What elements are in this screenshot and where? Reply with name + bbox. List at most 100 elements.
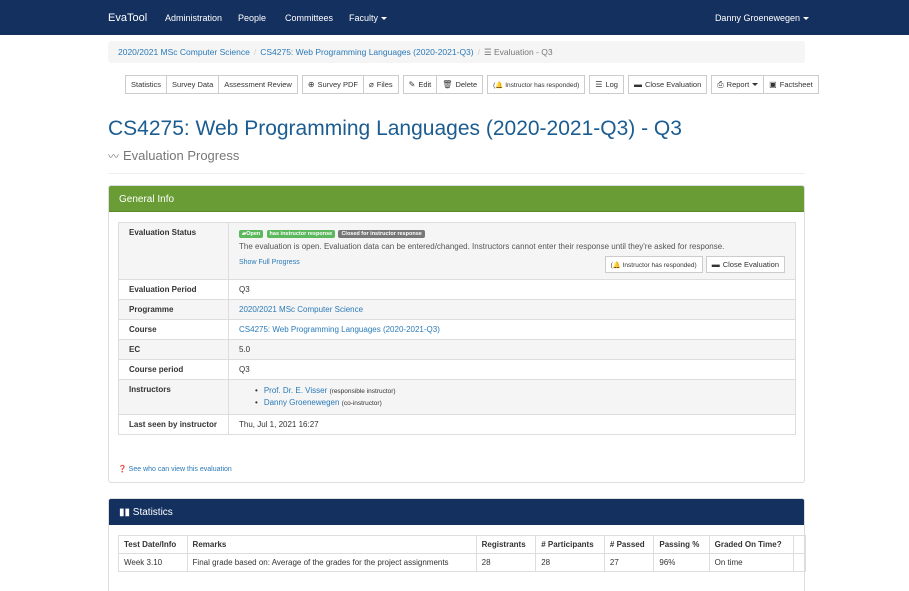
- close-evaluation-button[interactable]: ▬ Close Evaluation: [627, 75, 708, 94]
- column-header: # Participants: [535, 535, 605, 554]
- evaluation-status-label: Evaluation Status: [118, 222, 229, 280]
- row-label: Course: [118, 319, 229, 340]
- breadcrumb-programme[interactable]: 2020/2021 MSc Computer Science: [118, 47, 250, 57]
- table-cell: 28: [475, 553, 537, 572]
- user-name: Danny Groenewegen: [714, 13, 800, 23]
- row-value: Q3: [228, 359, 796, 380]
- edit-button-group: ✎ Edit 🗑 Delete: [402, 75, 484, 94]
- page-title: CS4275: Web Programming Languages (2020-…: [108, 117, 682, 140]
- row-value: Q3: [228, 279, 796, 300]
- column-header: Registrants: [475, 535, 537, 554]
- log-button-group: ☰ Log: [589, 75, 624, 94]
- status-badge-open: ▰Open: [239, 230, 264, 238]
- table-cell: 27: [603, 553, 655, 572]
- status-badge-open-label: Open: [246, 231, 261, 237]
- instructors-list: Prof. Dr. E. Visser (responsible instruc…: [239, 385, 785, 409]
- instructor-role: (co-instructor): [341, 400, 382, 407]
- chevron-down-icon: [803, 17, 809, 21]
- statistics-button[interactable]: Statistics: [125, 75, 168, 94]
- evaluation-toolbar: Statistics Survey Data Assessment Review…: [125, 75, 824, 94]
- row-value: CS4275: Web Programming Languages (2020-…: [228, 319, 796, 340]
- show-full-progress-link[interactable]: Show Full Progress: [239, 259, 300, 266]
- status-badge-response: has instructor response: [266, 230, 336, 238]
- status-badges: ▰Open has instructor response Closed for…: [239, 228, 785, 238]
- instructor-link[interactable]: Prof. Dr. E. Visser: [264, 386, 327, 395]
- trash-icon: 🗑: [442, 80, 453, 89]
- see-who-link[interactable]: ❓ See who can view this evaluation: [118, 465, 232, 473]
- log-button[interactable]: ☰ Log: [589, 75, 624, 94]
- factsheet-button[interactable]: ▣ Factsheet: [763, 75, 819, 94]
- table-row: Last seen by instructor Thu, Jul 1, 2021…: [118, 414, 796, 435]
- table-row: Programme 2020/2021 MSc Computer Science: [118, 299, 796, 320]
- instructor-responded-button[interactable]: (🔔 Instructor has responded): [604, 256, 703, 273]
- breadcrumb: 2020/2021 MSc Computer Science / CS4275: W…: [108, 41, 805, 63]
- programme-link[interactable]: 2020/2021 MSc Computer Science: [239, 305, 363, 314]
- survey-data-button[interactable]: Survey Data: [166, 75, 220, 94]
- list-item: Danny Groenewegen (co-instructor): [239, 397, 785, 409]
- nav-committees[interactable]: Committees: [285, 13, 333, 23]
- course-link[interactable]: CS4275: Web Programming Languages (2020-…: [239, 325, 440, 334]
- breadcrumb-course[interactable]: CS4275: Web Programming Languages (2020-…: [260, 47, 473, 57]
- status-buttons: (🔔 Instructor has responded) ▬ Close Eval…: [602, 256, 785, 273]
- nav-people[interactable]: People: [238, 13, 266, 23]
- briefcase-icon: ▬: [633, 80, 642, 89]
- close-button-group: ▬ Close Evaluation: [627, 75, 708, 94]
- breadcrumb-separator: /: [477, 47, 480, 57]
- list-item: Prof. Dr. E. Visser (responsible instruc…: [239, 385, 785, 397]
- last-seen-label: Last seen by instructor: [118, 414, 229, 435]
- report-dropdown-button[interactable]: ⎙ Report: [711, 75, 765, 94]
- bar-chart-icon: ▮▮: [119, 507, 131, 518]
- paperclip-icon: ⌀: [368, 80, 374, 89]
- column-header: Remarks: [186, 535, 477, 554]
- instructor-link[interactable]: Danny Groenewegen: [264, 398, 340, 407]
- table-header-row: Test Date/Info Remarks Registrants # Par…: [118, 535, 806, 554]
- report-label: Report: [726, 80, 750, 89]
- file-button-group: ⊕ Survey PDF ⌀ Files: [301, 75, 399, 94]
- general-info-table: Evaluation Status ▰Open has instructor r…: [118, 222, 796, 435]
- close-evaluation-button[interactable]: ▬ Close Evaluation: [705, 256, 785, 273]
- statistics-panel: ▮▮ Statistics Test Date/Info Remarks Reg…: [108, 498, 806, 591]
- list-icon: ☰: [595, 80, 603, 89]
- row-label: Programme: [118, 299, 229, 320]
- user-menu[interactable]: Danny Groenewegen: [715, 13, 809, 23]
- files-label: Files: [376, 80, 393, 89]
- top-navbar: EvaTool Administration People Committees…: [0, 0, 909, 35]
- files-button[interactable]: ⌀ Files: [362, 75, 399, 94]
- survey-pdf-label: Survey PDF: [317, 80, 358, 89]
- chevron-down-icon: [752, 83, 759, 86]
- nav-faculty[interactable]: Faculty: [349, 13, 388, 23]
- factsheet-label: Factsheet: [779, 80, 813, 89]
- image-icon: ▣: [769, 80, 777, 89]
- response-button-group: (🔔 Instructor has responded): [487, 75, 586, 94]
- table-row: Instructors Prof. Dr. E. Visser (respons…: [118, 379, 796, 415]
- edit-icon: ✎: [408, 80, 416, 89]
- table-row: EC 5.0: [118, 339, 796, 360]
- table-cell: 96%: [653, 553, 710, 572]
- delete-label: Delete: [455, 80, 478, 89]
- close-evaluation-label: Close Evaluation: [722, 260, 779, 269]
- column-header: # Passed: [603, 535, 655, 554]
- general-info-heading: General Info: [109, 186, 804, 212]
- instructor-responded-button[interactable]: (🔔 Instructor has responded): [487, 75, 586, 94]
- table-cell: Final grade based on: Average of the gra…: [186, 553, 477, 572]
- see-who-label: See who can view this evaluation: [128, 466, 232, 473]
- brand-link[interactable]: EvaTool: [108, 12, 147, 24]
- question-circle-icon: ❓: [118, 466, 127, 473]
- statistics-heading-label: Statistics: [132, 507, 173, 518]
- instructors-cell: Prof. Dr. E. Visser (responsible instruc…: [228, 379, 796, 415]
- table-cell: 28: [535, 553, 605, 572]
- edit-button[interactable]: ✎ Edit: [402, 75, 438, 94]
- delete-button[interactable]: 🗑 Delete: [436, 75, 484, 94]
- print-icon: ⎙: [717, 79, 724, 89]
- table-cell: On time: [708, 553, 795, 572]
- page-subtitle-text: Evaluation Progress: [123, 148, 240, 163]
- instructors-label: Instructors: [118, 379, 229, 415]
- assessment-review-button[interactable]: Assessment Review: [218, 75, 298, 94]
- nav-administration[interactable]: Administration: [165, 13, 222, 23]
- table-row: Course CS4275: Web Programming Languages…: [118, 319, 796, 340]
- column-header-empty: [793, 535, 806, 554]
- statistics-heading: ▮▮ Statistics: [109, 499, 804, 525]
- divider: [108, 173, 805, 174]
- edit-label: Edit: [418, 80, 432, 89]
- survey-pdf-button[interactable]: ⊕ Survey PDF: [301, 75, 364, 94]
